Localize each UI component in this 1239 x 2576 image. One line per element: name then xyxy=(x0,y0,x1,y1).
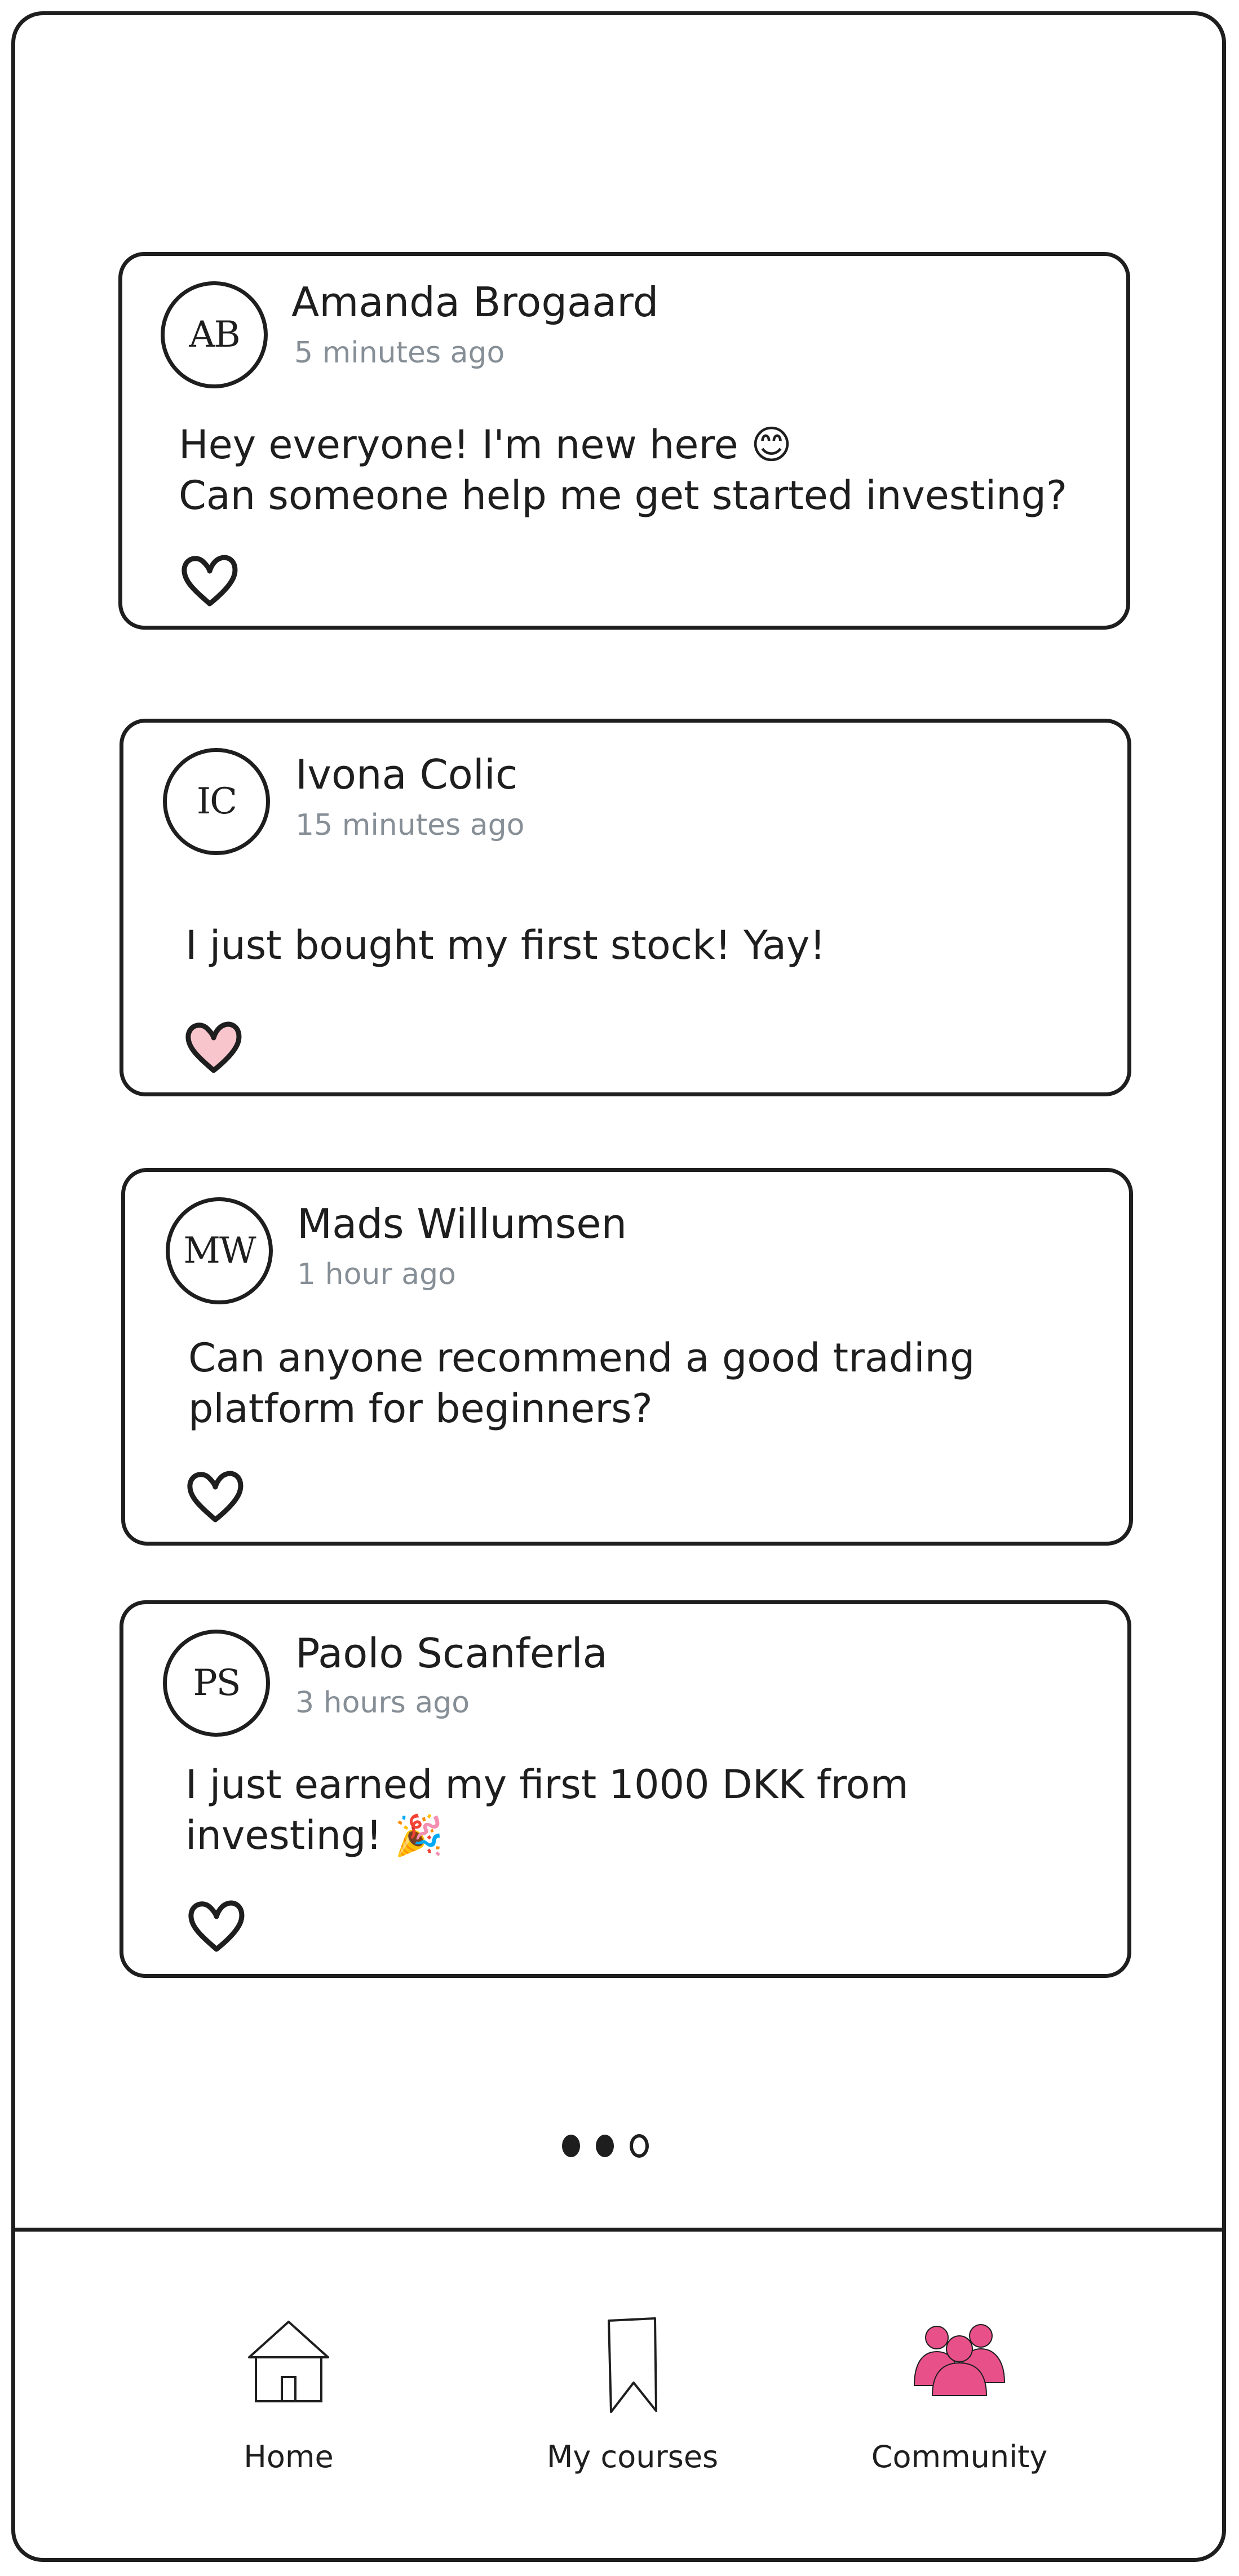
nav-courses-label: My courses xyxy=(546,2439,719,2475)
house-icon xyxy=(248,2321,329,2402)
avatar-initials: AB xyxy=(189,314,240,356)
post-timestamp: 15 minutes ago xyxy=(295,808,525,842)
author-name[interactable]: Mads Willumsen xyxy=(297,1200,627,1247)
nav-home-label: Home xyxy=(244,2439,334,2475)
page-dot-1[interactable] xyxy=(562,2135,580,2157)
heart-icon[interactable] xyxy=(179,552,241,608)
heart-icon[interactable] xyxy=(184,1468,246,1524)
post-card: IC Ivona Colic 15 minutes ago I just bou… xyxy=(120,719,1131,1096)
post-card: MW Mads Willumsen 1 hour ago Can anyone … xyxy=(121,1168,1133,1546)
post-text: I just earned my first 1000 DKK from inv… xyxy=(185,1761,909,1858)
avatar-initials: MW xyxy=(183,1230,256,1272)
page-dot-2[interactable] xyxy=(596,2135,614,2157)
post-text: I just bought my first stock! Yay! xyxy=(185,922,826,968)
avatar-initials: PS xyxy=(193,1662,241,1704)
author-name[interactable]: Ivona Colic xyxy=(295,751,517,798)
post-timestamp: 1 hour ago xyxy=(297,1258,456,1291)
author-name[interactable]: Amanda Brogaard xyxy=(291,278,658,326)
pagination-dots xyxy=(562,2126,675,2166)
nav-community-label: Community xyxy=(871,2439,1048,2475)
avatar[interactable]: AB xyxy=(161,281,268,388)
heart-icon[interactable] xyxy=(183,1019,245,1075)
nav-my-courses[interactable]: My courses xyxy=(520,2304,745,2490)
post-timestamp: 3 hours ago xyxy=(295,1686,470,1720)
nav-divider xyxy=(15,2228,1222,2232)
post-text: Hey everyone! I'm new here 😊 Can someone… xyxy=(179,422,1068,519)
app-screen: AB Amanda Brogaard 5 minutes ago Hey eve… xyxy=(11,11,1226,2562)
post-card: AB Amanda Brogaard 5 minutes ago Hey eve… xyxy=(118,252,1130,630)
nav-community[interactable]: Community xyxy=(847,2304,1072,2490)
people-icon xyxy=(913,2324,1006,2396)
post-timestamp: 5 minutes ago xyxy=(294,336,505,370)
post-text: Can anyone recommend a good trading plat… xyxy=(188,1335,975,1432)
post-card: PS Paolo Scanferla 3 hours ago I just ea… xyxy=(120,1600,1131,1978)
avatar[interactable]: PS xyxy=(163,1630,270,1737)
avatar-initials: IC xyxy=(196,781,237,822)
author-name[interactable]: Paolo Scanferla xyxy=(295,1630,608,1677)
bookmark-icon xyxy=(608,2317,657,2413)
avatar[interactable]: IC xyxy=(163,748,270,855)
heart-icon[interactable] xyxy=(185,1897,247,1954)
avatar[interactable]: MW xyxy=(166,1197,273,1304)
page-dot-3[interactable] xyxy=(630,2134,649,2158)
nav-home[interactable]: Home xyxy=(176,2304,401,2490)
